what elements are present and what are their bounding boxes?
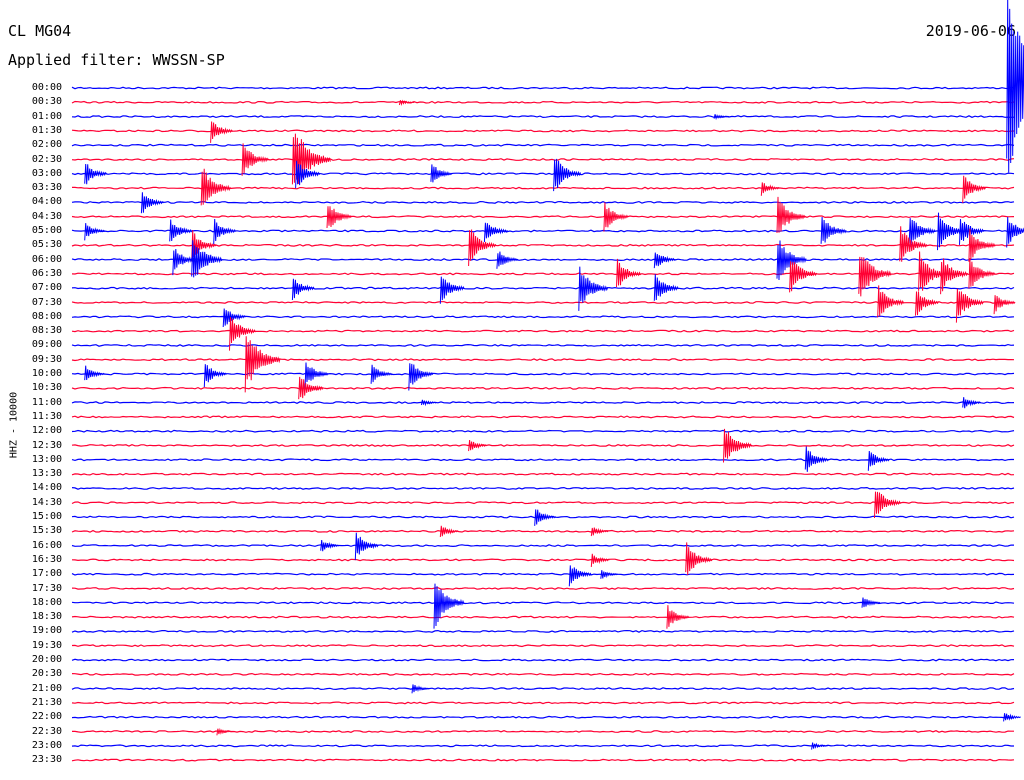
trace-line <box>71 629 1015 633</box>
seismic-event <box>1003 713 1021 722</box>
seismic-event <box>304 362 329 390</box>
trace-line <box>71 701 1015 705</box>
seismic-event <box>820 216 847 244</box>
seismic-event <box>408 363 434 391</box>
seismic-event <box>210 121 234 143</box>
trace-line <box>71 715 1015 719</box>
seismic-event <box>433 583 465 629</box>
seismic-event <box>590 553 610 567</box>
seismic-event <box>962 397 982 409</box>
trace-line <box>71 315 1015 319</box>
seismic-event <box>326 206 352 229</box>
seismic-event <box>861 597 881 608</box>
trace-line <box>71 158 1015 161</box>
trace-line <box>71 329 1015 333</box>
seismic-event <box>411 684 430 694</box>
trace-line <box>71 672 1015 676</box>
trace-line <box>71 429 1015 433</box>
trace-line <box>71 529 1015 533</box>
trace-line <box>71 658 1015 662</box>
seismic-event <box>603 202 629 232</box>
seismic-event <box>320 539 340 552</box>
trace-line <box>71 286 1015 290</box>
seismic-event <box>590 527 609 537</box>
seismic-event <box>439 276 465 304</box>
trace-line <box>71 358 1015 362</box>
trace-line <box>71 401 1015 405</box>
trace-line <box>71 544 1014 548</box>
trace-line <box>71 444 1015 447</box>
seismic-event <box>666 605 690 629</box>
seismic-event <box>216 727 234 736</box>
seismic-event <box>439 525 459 538</box>
seismic-event <box>962 175 987 204</box>
trace-line <box>71 86 1015 90</box>
seismic-event <box>291 278 315 301</box>
seismic-event <box>553 158 582 192</box>
seismic-event <box>600 570 619 579</box>
seismic-event <box>804 446 829 472</box>
seismic-event <box>354 532 379 561</box>
seismic-event <box>244 336 281 393</box>
seismic-event <box>811 742 828 750</box>
trace-line <box>71 143 1015 147</box>
trace-line <box>71 115 1015 119</box>
trace-line <box>71 343 1015 347</box>
seismic-event <box>1006 0 1024 173</box>
trace-line <box>71 644 1015 648</box>
seismic-event <box>858 256 892 297</box>
seismic-event <box>213 218 237 245</box>
seismic-event <box>468 440 487 452</box>
seismic-event <box>1006 216 1024 248</box>
trace-line <box>71 501 1014 505</box>
seismic-event <box>867 450 890 471</box>
trace-line <box>71 687 1015 691</box>
trace-line <box>71 301 1015 304</box>
seismic-event <box>568 565 592 587</box>
trace-line <box>71 215 1015 219</box>
seismic-event <box>653 252 676 269</box>
trace-line <box>71 472 1015 476</box>
seismic-event <box>760 182 780 196</box>
seismic-event <box>915 291 939 316</box>
seismic-event <box>616 258 641 288</box>
seismic-event <box>370 364 393 384</box>
seismic-event <box>84 365 106 381</box>
trace-line <box>71 229 1015 233</box>
trace-line <box>71 572 1015 576</box>
trace-line <box>71 200 1015 204</box>
trace-line <box>71 172 1015 176</box>
trace-line <box>71 758 1015 762</box>
seismogram-plot <box>71 0 1024 762</box>
seismic-event <box>874 491 901 519</box>
seismic-event <box>685 542 713 576</box>
trace-line <box>71 558 1015 562</box>
seismic-event <box>203 364 227 388</box>
seismic-event <box>241 143 269 176</box>
seismic-event <box>420 399 438 407</box>
seismic-event <box>398 99 415 107</box>
trace-line <box>71 100 1015 104</box>
seismic-event <box>993 295 1016 315</box>
seismic-event <box>169 219 194 242</box>
trace-line <box>72 730 1014 733</box>
trace-line <box>71 415 1015 419</box>
seismic-event <box>430 164 453 183</box>
seismic-event <box>713 114 730 121</box>
trace-line <box>71 744 1014 748</box>
trace-line <box>71 486 1015 490</box>
trace-line <box>71 587 1015 590</box>
trace-line <box>71 615 1015 619</box>
seismic-event <box>483 222 508 243</box>
trace-line <box>71 386 1015 390</box>
